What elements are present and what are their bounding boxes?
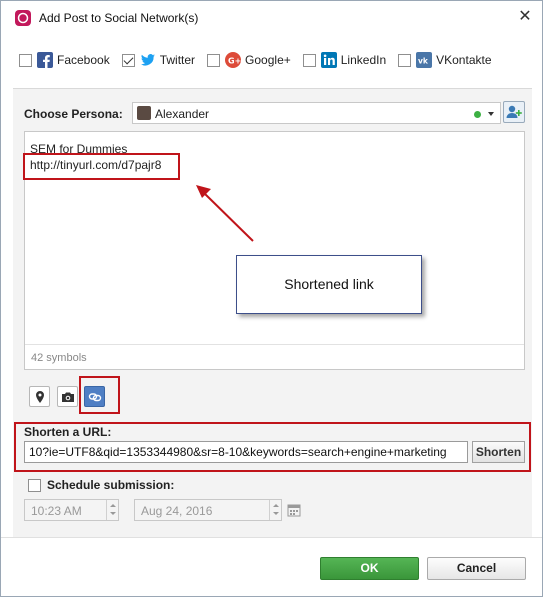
annotation-callout: Shortened link [236, 255, 422, 314]
location-pin-icon [36, 391, 44, 403]
close-icon[interactable]: ✕ [516, 8, 534, 26]
photo-button[interactable] [57, 386, 78, 407]
location-button[interactable] [29, 386, 50, 407]
persona-name: Alexander [155, 107, 210, 121]
status-dot-icon [474, 111, 481, 118]
app-logo-icon [15, 10, 31, 26]
link-highlight-box [23, 153, 180, 180]
schedule-checkbox[interactable] [28, 479, 41, 492]
schedule-label: Schedule submission: [47, 478, 175, 492]
avatar [137, 106, 151, 120]
network-label: LinkedIn [340, 53, 387, 67]
network-facebook[interactable]: Facebook [19, 52, 110, 68]
ok-button[interactable]: OK [320, 557, 419, 580]
network-vkontakte[interactable]: vk VKontakte [398, 52, 492, 68]
chevron-down-icon[interactable] [488, 112, 494, 116]
add-user-icon [506, 105, 522, 118]
calendar-icon[interactable] [287, 503, 301, 517]
time-spinner-icon[interactable] [106, 500, 118, 520]
time-value: 10:23 AM [31, 504, 82, 518]
linkedin-icon [320, 52, 337, 68]
network-twitter[interactable]: Twitter [121, 52, 196, 68]
dialog-window: Add Post to Social Network(s) ✕ Facebook… [0, 0, 543, 597]
textarea-footer: 42 symbols [25, 344, 524, 370]
vk-icon: vk [416, 52, 433, 68]
persona-select[interactable]: Alexander [132, 102, 501, 124]
network-list: Facebook Twitter G+ Google+ LinkedIn vk … [19, 48, 529, 72]
googleplus-icon: G+ [225, 52, 241, 68]
network-googleplus[interactable]: G+ Google+ [207, 52, 291, 68]
network-label: VKontakte [436, 53, 492, 67]
network-label: Twitter [159, 53, 196, 67]
symbol-counter: 42 symbols [31, 352, 87, 364]
svg-text:vk: vk [418, 57, 429, 66]
facebook-icon [37, 52, 53, 68]
footer-divider [1, 537, 542, 538]
linkedin-checkbox[interactable] [302, 53, 316, 67]
twitter-checkbox[interactable] [121, 53, 135, 67]
network-label: Google+ [245, 53, 291, 67]
cancel-button[interactable]: Cancel [427, 557, 526, 580]
network-linkedin[interactable]: LinkedIn [302, 52, 387, 68]
twitter-icon [140, 52, 156, 68]
window-title: Add Post to Social Network(s) [39, 11, 199, 25]
persona-label: Choose Persona: [24, 107, 123, 121]
facebook-checkbox[interactable] [19, 53, 32, 67]
date-spinner-icon[interactable] [269, 500, 281, 520]
vkontakte-checkbox[interactable] [398, 53, 412, 67]
network-label: Facebook [57, 53, 110, 67]
annotation-arrow-icon [196, 185, 254, 242]
shorten-url-highlight-box [14, 422, 531, 472]
googleplus-checkbox[interactable] [207, 53, 221, 67]
shorten-tool-highlight-box [79, 376, 120, 414]
svg-text:G+: G+ [228, 57, 241, 66]
date-value: Aug 24, 2016 [141, 504, 213, 518]
add-persona-button[interactable] [503, 101, 525, 123]
date-input[interactable]: Aug 24, 2016 [134, 499, 282, 521]
time-input[interactable]: 10:23 AM [24, 499, 119, 521]
title-bar: Add Post to Social Network(s) ✕ [1, 1, 542, 34]
camera-icon [62, 392, 74, 402]
